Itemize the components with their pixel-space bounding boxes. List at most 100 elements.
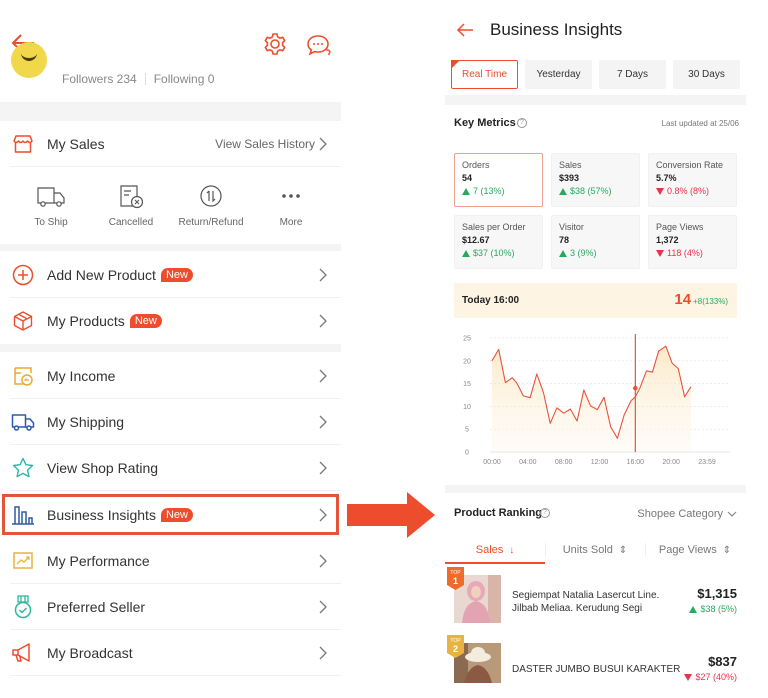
- metric-sales-per-order[interactable]: Sales per Order $12.67 $37 (10%): [454, 215, 543, 269]
- product-change: $38 (5%): [689, 604, 737, 614]
- divider: [545, 543, 546, 557]
- menu-item-label: My Products New: [47, 313, 162, 329]
- key-metrics-header: Key Metrics ? Last updated at 25/06: [454, 117, 739, 133]
- sort-tab-label: Page Views: [658, 544, 717, 556]
- metric-visitor[interactable]: Visitor 78 3 (9%): [551, 215, 640, 269]
- chevron-right-icon: [319, 369, 327, 383]
- view-sales-history-link[interactable]: View Sales History: [215, 137, 315, 151]
- triangle-up-icon: [559, 249, 567, 257]
- truck-icon: [37, 187, 65, 207]
- key-metrics-grid: Orders 54 7 (13%) Sales $393 $38 (57%) C…: [454, 153, 737, 269]
- menu-item-my-products[interactable]: My Products New: [0, 298, 341, 344]
- product-change: $27 (40%): [684, 672, 737, 682]
- menu-item-text: Business Insights: [47, 507, 156, 523]
- menu-item-add-new-product[interactable]: Add New Product New: [0, 252, 341, 298]
- chat-bubbles-icon[interactable]: [306, 34, 332, 56]
- sort-tab-sales[interactable]: Sales ↓: [445, 536, 545, 564]
- shortcut-return-refund[interactable]: Return/Refund: [171, 168, 251, 244]
- following-count[interactable]: Following 0: [154, 72, 215, 86]
- tab-yesterday[interactable]: Yesterday: [525, 60, 592, 89]
- sort-tab-units-sold[interactable]: Units Sold ⇕: [545, 536, 645, 564]
- sort-tab-page-views[interactable]: Page Views ⇕: [645, 536, 745, 564]
- y-tick-label: 15: [463, 381, 471, 388]
- x-tick-label: 12:00: [591, 459, 609, 466]
- gear-icon[interactable]: [263, 32, 287, 56]
- shortcut-label: Return/Refund: [178, 217, 244, 228]
- ranking-sort-tabs: Sales ↓ Units Sold ⇕ Page Views ⇕: [445, 536, 746, 564]
- arrow-left-icon[interactable]: [456, 22, 474, 38]
- megaphone-icon: [11, 641, 35, 665]
- metric-change: $37 (10%): [462, 248, 535, 258]
- today-summary: Today 16:00 14 +8(133%): [454, 283, 737, 318]
- x-tick-label: 04:00: [519, 459, 537, 466]
- orders-line-chart[interactable]: 0 5 10 15 20 25 00:00 04:00 08:00 12:00 16:00 20:0…: [445, 326, 746, 476]
- tab-30-days[interactable]: 30 Days: [673, 60, 740, 89]
- tab-7-days[interactable]: 7 Days: [599, 60, 666, 89]
- metric-label: Visitor: [559, 222, 584, 232]
- menu-item-preferred-seller[interactable]: Preferred Seller: [0, 584, 341, 630]
- my-sales-row[interactable]: My Sales View Sales History: [0, 121, 341, 167]
- metric-sales[interactable]: Sales $393 $38 (57%): [551, 153, 640, 207]
- followers-count[interactable]: Followers 234: [62, 72, 137, 86]
- divider: [10, 490, 341, 491]
- triangle-up-icon: [462, 249, 470, 257]
- category-filter-dropdown[interactable]: Shopee Category: [637, 508, 737, 520]
- divider: [10, 166, 341, 167]
- shortcut-more[interactable]: More: [251, 168, 331, 244]
- profile-strip: Followers 234 Following 0: [0, 42, 341, 102]
- menu-item-my-broadcast[interactable]: My Broadcast: [0, 630, 341, 676]
- wallet-icon: [11, 364, 35, 388]
- page-title: Business Insights: [490, 20, 623, 39]
- shortcut-label: Cancelled: [108, 217, 154, 228]
- menu-item-label: My Income: [47, 368, 116, 384]
- sort-tab-label: Sales: [475, 544, 504, 556]
- sort-tab-label: Units Sold: [562, 544, 613, 556]
- more-dots-icon: [282, 194, 300, 198]
- menu-item-label: My Performance: [47, 553, 150, 569]
- shop-icon: [11, 132, 35, 156]
- menu-item-text: My Products: [47, 313, 125, 329]
- menu-item-my-income[interactable]: My Income: [0, 353, 341, 399]
- tab-real-time[interactable]: Real Time: [451, 60, 518, 89]
- section-divider: [0, 344, 341, 352]
- menu-item-label: My Shipping: [47, 414, 125, 430]
- shortcut-cancelled[interactable]: Cancelled: [91, 168, 171, 244]
- metric-value: 54: [462, 173, 473, 183]
- y-tick-label: 0: [465, 450, 469, 457]
- metric-page-views[interactable]: Page Views 1,372 118 (4%): [648, 215, 737, 269]
- cancelled-doc-icon: [120, 185, 144, 209]
- menu-item-business-insights[interactable]: Business Insights New: [0, 492, 341, 538]
- today-change: +8(133%): [693, 297, 728, 306]
- avatar[interactable]: [11, 42, 47, 78]
- key-metrics-title: Key Metrics: [454, 117, 516, 129]
- y-tick-label: 20: [463, 358, 471, 365]
- menu-item-my-shipping[interactable]: My Shipping: [0, 399, 341, 445]
- help-icon[interactable]: ?: [517, 118, 527, 128]
- product-row[interactable]: TOP 2 DASTER JUMBO BUSUI KARAKTER $837 $…: [445, 634, 746, 698]
- menu-item-view-shop-rating[interactable]: View Shop Rating: [0, 445, 341, 491]
- period-tabs: Real Time Yesterday 7 Days 30 Days: [451, 60, 740, 89]
- trend-chart-icon: [11, 549, 35, 573]
- top-rank-badge: TOP 2: [447, 635, 464, 658]
- menu-item-my-performance[interactable]: My Performance: [0, 538, 341, 584]
- chevron-right-icon: [319, 646, 327, 660]
- chevron-right-icon: [319, 461, 327, 475]
- chart-marker-point[interactable]: [633, 385, 638, 391]
- metric-label: Sales per Order: [462, 222, 526, 232]
- product-ranking-title: Product Ranking: [454, 507, 543, 519]
- product-price: $837: [708, 654, 737, 669]
- shortcut-to-ship[interactable]: To Ship: [11, 168, 91, 244]
- metric-value: 5.7%: [656, 173, 677, 183]
- product-row[interactable]: TOP 1 Segiempat Natalia Lasercut Line. J…: [445, 566, 746, 634]
- metric-orders[interactable]: Orders 54 7 (13%): [454, 153, 543, 207]
- sort-desc-icon: ↓: [509, 544, 515, 556]
- product-ranking-header: Product Ranking ? Shopee Category: [454, 505, 739, 523]
- chevron-right-icon: [319, 314, 327, 328]
- help-icon[interactable]: ?: [540, 508, 550, 518]
- business-insights-panel: Business Insights Real Time Yesterday 7 …: [445, 0, 746, 698]
- metric-conversion-rate[interactable]: Conversion Rate 5.7% 0.8% (8%): [648, 153, 737, 207]
- new-badge: New: [160, 508, 193, 522]
- product-name: DASTER JUMBO BUSUI KARAKTER: [512, 664, 681, 675]
- rank-number: 2: [453, 644, 458, 654]
- y-tick-label: 5: [465, 427, 469, 434]
